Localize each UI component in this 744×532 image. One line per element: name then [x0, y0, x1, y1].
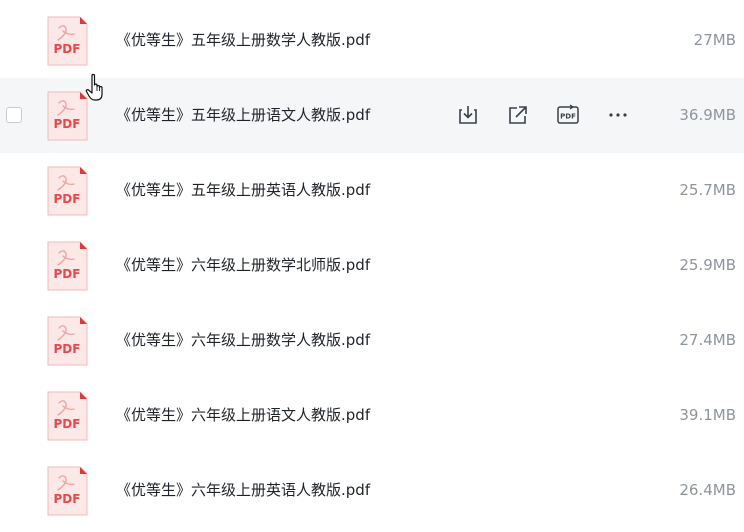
- file-name[interactable]: 《优等生》五年级上册语文人教版.pdf: [116, 78, 370, 153]
- pdf-file-icon: PDF: [47, 466, 88, 516]
- pdf-convert-icon: PDF: [557, 104, 579, 124]
- pdf-file-icon: PDF: [47, 16, 88, 66]
- pdf-file-icon: PDF: [47, 391, 88, 441]
- share-button[interactable]: [504, 102, 532, 128]
- pdf-icon-label: PDF: [54, 42, 81, 56]
- pdf-file-icon: PDF: [47, 241, 88, 291]
- file-name[interactable]: 《优等生》五年级上册数学人教版.pdf: [116, 3, 370, 78]
- file-size: 25.7MB: [679, 181, 736, 199]
- pdf-file-icon: PDF: [47, 91, 88, 141]
- file-row[interactable]: PDF 《优等生》五年级上册英语人教版.pdf 25.7MB: [0, 153, 744, 228]
- file-row[interactable]: PDF 《优等生》六年级上册数学北师版.pdf 25.9MB: [0, 228, 744, 303]
- file-name[interactable]: 《优等生》六年级上册数学北师版.pdf: [116, 228, 370, 303]
- file-row[interactable]: PDF 《优等生》五年级上册语文人教版.pdf PDF 36.9MB: [0, 78, 744, 153]
- file-size: 36.9MB: [679, 106, 736, 124]
- file-row[interactable]: PDF 《优等生》六年级上册英语人教版.pdf 26.4MB: [0, 453, 744, 528]
- pdf-icon-label: PDF: [54, 492, 81, 506]
- pdf-icon-label: PDF: [54, 267, 81, 281]
- file-size: 39.1MB: [679, 406, 736, 424]
- share-icon: [509, 106, 527, 124]
- download-icon: [459, 106, 477, 124]
- pdf-icon-label: PDF: [54, 417, 81, 431]
- file-size: 27MB: [693, 31, 736, 49]
- pdf-file-icon: PDF: [47, 316, 88, 366]
- pdf-icon-label: PDF: [54, 117, 81, 131]
- file-row[interactable]: PDF 《优等生》五年级上册数学人教版.pdf 27MB: [0, 3, 744, 78]
- download-button[interactable]: [454, 102, 482, 128]
- file-name[interactable]: 《优等生》六年级上册数学人教版.pdf: [116, 303, 370, 378]
- file-name[interactable]: 《优等生》五年级上册英语人教版.pdf: [116, 153, 370, 228]
- file-size: 27.4MB: [679, 331, 736, 349]
- pdf-icon-label: PDF: [54, 342, 81, 356]
- more-icon: [609, 113, 627, 117]
- row-checkbox[interactable]: [6, 107, 22, 123]
- file-size: 25.9MB: [679, 256, 736, 274]
- pdf-icon-label: PDF: [54, 192, 81, 206]
- file-name[interactable]: 《优等生》六年级上册英语人教版.pdf: [116, 453, 370, 528]
- file-row[interactable]: PDF 《优等生》六年级上册数学人教版.pdf 27.4MB: [0, 303, 744, 378]
- pdf-convert-label: PDF: [560, 113, 576, 121]
- convert-pdf-button[interactable]: PDF: [554, 102, 582, 128]
- file-name[interactable]: 《优等生》六年级上册语文人教版.pdf: [116, 378, 370, 453]
- file-size: 26.4MB: [679, 481, 736, 499]
- pdf-file-icon: PDF: [47, 166, 88, 216]
- more-button[interactable]: [604, 102, 632, 128]
- file-row[interactable]: PDF 《优等生》六年级上册语文人教版.pdf 39.1MB: [0, 378, 744, 453]
